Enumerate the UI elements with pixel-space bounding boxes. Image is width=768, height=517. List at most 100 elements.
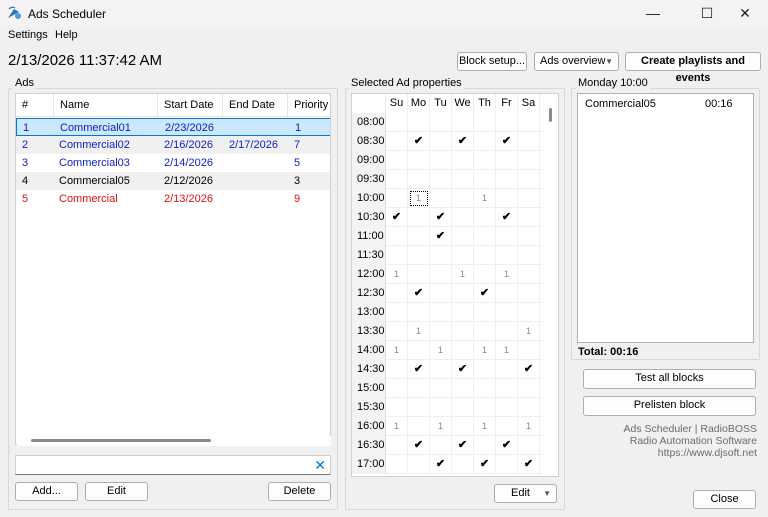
- prelisten-block-button[interactable]: Prelisten block: [583, 396, 756, 416]
- schedule-cell[interactable]: ✔: [408, 360, 430, 379]
- schedule-cell[interactable]: [408, 265, 430, 284]
- schedule-cell[interactable]: [430, 189, 452, 208]
- schedule-cell[interactable]: [408, 417, 430, 436]
- col-header-priority[interactable]: Priority: [288, 94, 330, 117]
- schedule-cell[interactable]: [408, 379, 430, 398]
- schedule-cell[interactable]: [430, 360, 452, 379]
- schedule-cell[interactable]: [452, 303, 474, 322]
- time-label[interactable]: 16:00: [352, 417, 386, 436]
- schedule-cell[interactable]: [496, 284, 518, 303]
- schedule-cell[interactable]: [496, 398, 518, 417]
- table-row[interactable]: 4 Commercial05 2/12/2026 3: [16, 172, 330, 190]
- minimize-button[interactable]: —: [630, 0, 676, 27]
- schedule-cell[interactable]: [452, 455, 474, 474]
- col-header-start-date[interactable]: Start Date: [158, 94, 223, 117]
- schedule-cell[interactable]: 1: [496, 341, 518, 360]
- schedule-cell[interactable]: [474, 246, 496, 265]
- schedule-cell[interactable]: [474, 303, 496, 322]
- schedule-cell[interactable]: [386, 246, 408, 265]
- schedule-cell[interactable]: [496, 303, 518, 322]
- schedule-cell[interactable]: [408, 151, 430, 170]
- schedule-cell[interactable]: ✔: [452, 360, 474, 379]
- schedule-cell[interactable]: [430, 170, 452, 189]
- schedule-cell[interactable]: [496, 113, 518, 132]
- col-header-name[interactable]: Name: [54, 94, 158, 117]
- day-header[interactable]: Th: [474, 94, 496, 113]
- schedule-cell[interactable]: [474, 265, 496, 284]
- schedule-cell[interactable]: [386, 132, 408, 151]
- day-header[interactable]: Tu: [430, 94, 452, 113]
- schedule-cell[interactable]: ✔: [518, 360, 540, 379]
- schedule-cell[interactable]: [518, 436, 540, 455]
- ads-horizontal-scrollbar[interactable]: [17, 436, 331, 446]
- time-label[interactable]: 11:00: [352, 227, 386, 246]
- time-label[interactable]: 16:30: [352, 436, 386, 455]
- website-link[interactable]: https://www.djsoft.net: [590, 447, 757, 459]
- schedule-cell[interactable]: [408, 208, 430, 227]
- scrollbar-thumb[interactable]: [549, 108, 552, 122]
- ads-search-input[interactable]: ✕: [15, 455, 331, 475]
- schedule-cell[interactable]: [430, 265, 452, 284]
- schedule-cell[interactable]: [496, 189, 518, 208]
- schedule-grid[interactable]: Su Mo Tu We Th Fr Sa 08:00 08:30 ✔ ✔ ✔ 09:00 09:30 10…: [351, 93, 559, 477]
- schedule-cell[interactable]: [518, 265, 540, 284]
- time-label[interactable]: 11:30: [352, 246, 386, 265]
- schedule-cell[interactable]: ✔: [430, 455, 452, 474]
- schedule-cell[interactable]: [518, 246, 540, 265]
- schedule-cell[interactable]: [386, 379, 408, 398]
- time-label[interactable]: 09:30: [352, 170, 386, 189]
- time-label[interactable]: 10:30: [352, 208, 386, 227]
- time-label[interactable]: 13:30: [352, 322, 386, 341]
- schedule-cell[interactable]: [430, 151, 452, 170]
- edit-ad-button[interactable]: Edit: [85, 482, 148, 501]
- schedule-cell[interactable]: [430, 284, 452, 303]
- day-header[interactable]: Fr: [496, 94, 518, 113]
- schedule-cell[interactable]: ✔: [496, 132, 518, 151]
- ads-table[interactable]: # Name Start Date End Date Priority 1 Com…: [15, 93, 331, 445]
- schedule-cell[interactable]: [452, 417, 474, 436]
- schedule-cell[interactable]: [496, 227, 518, 246]
- schedule-cell[interactable]: [452, 189, 474, 208]
- schedule-cell[interactable]: [474, 113, 496, 132]
- schedule-cell[interactable]: 1: [386, 341, 408, 360]
- schedule-cell[interactable]: [386, 151, 408, 170]
- schedule-cell[interactable]: 1: [474, 189, 496, 208]
- schedule-cell[interactable]: [518, 284, 540, 303]
- schedule-cell[interactable]: [452, 284, 474, 303]
- add-ad-button[interactable]: Add...: [15, 482, 78, 501]
- schedule-cell[interactable]: ✔: [496, 436, 518, 455]
- schedule-cell[interactable]: [518, 303, 540, 322]
- schedule-cell[interactable]: 1: [430, 341, 452, 360]
- time-label[interactable]: 09:00: [352, 151, 386, 170]
- schedule-cell[interactable]: [518, 341, 540, 360]
- schedule-cell[interactable]: [430, 379, 452, 398]
- time-label[interactable]: 15:00: [352, 379, 386, 398]
- schedule-cell[interactable]: [518, 227, 540, 246]
- schedule-cell[interactable]: [474, 436, 496, 455]
- schedule-cell[interactable]: 1: [386, 265, 408, 284]
- time-label[interactable]: 08:00: [352, 113, 386, 132]
- close-window-button[interactable]: ✕: [722, 0, 768, 27]
- schedule-cell[interactable]: [408, 227, 430, 246]
- col-header-end-date[interactable]: End Date: [223, 94, 288, 117]
- schedule-cell[interactable]: [386, 455, 408, 474]
- schedule-cell[interactable]: 1: [474, 341, 496, 360]
- menu-settings[interactable]: Settings: [8, 29, 48, 41]
- schedule-cell[interactable]: [452, 341, 474, 360]
- time-label[interactable]: 15:30: [352, 398, 386, 417]
- close-button[interactable]: Close: [693, 490, 756, 509]
- day-header[interactable]: Sa: [518, 94, 540, 113]
- time-label[interactable]: 14:30: [352, 360, 386, 379]
- schedule-cell[interactable]: [386, 227, 408, 246]
- schedule-cell[interactable]: [408, 398, 430, 417]
- schedule-cell[interactable]: ✔: [408, 436, 430, 455]
- schedule-cell[interactable]: [452, 170, 474, 189]
- schedule-cell[interactable]: [496, 322, 518, 341]
- schedule-cell[interactable]: [496, 455, 518, 474]
- time-label[interactable]: 13:00: [352, 303, 386, 322]
- schedule-cell[interactable]: [386, 284, 408, 303]
- schedule-cell[interactable]: [386, 113, 408, 132]
- schedule-cell[interactable]: [474, 379, 496, 398]
- schedule-cell[interactable]: ✔: [496, 208, 518, 227]
- schedule-cell[interactable]: ✔: [408, 284, 430, 303]
